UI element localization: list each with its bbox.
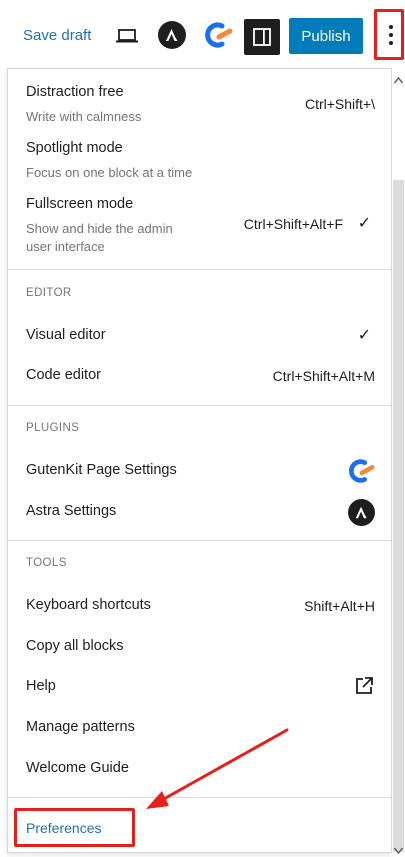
menu-item-label: Fullscreen mode bbox=[26, 196, 134, 212]
menu-item-gutenkit-page-settings[interactable]: GutenKit Page Settings bbox=[26, 456, 375, 486]
menu-item-shortcut: Shift+Alt+H bbox=[304, 598, 375, 614]
menu-item-keyboard-shortcuts[interactable]: Keyboard shortcuts Shift+Alt+H bbox=[26, 591, 375, 621]
astra-icon[interactable] bbox=[158, 21, 186, 49]
menu-item-welcome-guide[interactable]: Welcome Guide bbox=[26, 754, 375, 784]
menu-item-shortcut: Ctrl+Shift+\ bbox=[304, 96, 375, 112]
save-draft-button[interactable]: Save draft bbox=[23, 27, 91, 44]
menu-item-shortcut: Ctrl+Shift+Alt+F bbox=[243, 216, 343, 232]
menu-item-label: Welcome Guide bbox=[26, 760, 129, 776]
checkmark-icon: ✓ bbox=[357, 327, 371, 344]
menu-item-label: Astra Settings bbox=[26, 503, 117, 519]
menu-item-astra-settings[interactable]: Astra Settings bbox=[26, 497, 375, 527]
menu-item-visual-editor[interactable]: Visual editor ✓ bbox=[26, 321, 375, 351]
menu-item-manage-patterns[interactable]: Manage patterns bbox=[26, 713, 375, 743]
menu-item-help[interactable]: Help bbox=[26, 672, 375, 702]
menu-item-code-editor[interactable]: Code editor Ctrl+Shift+Alt+M bbox=[26, 361, 375, 391]
menu-item-spotlight-mode[interactable]: Spotlight mode Focus on one block at a t… bbox=[26, 137, 375, 185]
menu-divider bbox=[8, 797, 391, 798]
menu-item-shortcut: Ctrl+Shift+Alt+M bbox=[272, 368, 375, 384]
menu-item-copy-all-blocks[interactable]: Copy all blocks bbox=[26, 632, 375, 662]
checkmark-icon: ✓ bbox=[357, 215, 371, 232]
scrollbar-thumb[interactable] bbox=[393, 180, 404, 852]
menu-item-label: Distraction free bbox=[26, 84, 124, 100]
menu-divider bbox=[8, 405, 391, 406]
menu-divider bbox=[8, 540, 391, 541]
menu-scrollbar[interactable] bbox=[392, 68, 405, 855]
scroll-up-arrow-icon[interactable] bbox=[393, 72, 404, 84]
menu-group-heading-tools: TOOLS bbox=[26, 557, 67, 569]
menu-item-label: Preferences bbox=[26, 820, 102, 836]
menu-item-preferences[interactable]: Preferences bbox=[26, 813, 375, 843]
menu-item-label: Help bbox=[26, 678, 56, 694]
menu-group-heading-editor: EDITOR bbox=[26, 287, 72, 299]
gutenkit-icon bbox=[347, 456, 375, 486]
settings-sidebar-icon[interactable] bbox=[244, 19, 280, 55]
device-preview-icon[interactable] bbox=[114, 24, 140, 48]
external-link-icon bbox=[353, 675, 375, 697]
more-options-icon[interactable] bbox=[378, 16, 404, 54]
publish-button[interactable]: Publish bbox=[289, 18, 363, 54]
menu-item-label: Visual editor bbox=[26, 327, 106, 343]
menu-item-distraction-free[interactable]: Distraction free Write with calmness Ctr… bbox=[26, 81, 375, 129]
gutenkit-icon[interactable] bbox=[203, 20, 233, 50]
menu-group-heading-plugins: PLUGINS bbox=[26, 422, 80, 434]
menu-item-label: Keyboard shortcuts bbox=[26, 597, 151, 613]
menu-item-fullscreen-mode[interactable]: Fullscreen mode Show and hide the admin … bbox=[26, 193, 375, 259]
menu-item-label: Copy all blocks bbox=[26, 638, 124, 654]
menu-item-label: GutenKit Page Settings bbox=[26, 462, 177, 478]
menu-item-label: Manage patterns bbox=[26, 719, 135, 735]
menu-item-description: Show and hide the admin bbox=[26, 221, 173, 236]
menu-item-label: Spotlight mode bbox=[26, 140, 123, 156]
scroll-down-arrow-icon[interactable] bbox=[393, 842, 404, 855]
options-menu: Distraction free Write with calmness Ctr… bbox=[7, 68, 392, 853]
astra-icon bbox=[347, 498, 375, 526]
menu-item-description: Write with calmness bbox=[26, 109, 142, 124]
menu-item-description: Focus on one block at a time bbox=[26, 165, 193, 180]
menu-item-label: Code editor bbox=[26, 367, 101, 383]
menu-divider bbox=[8, 269, 391, 270]
editor-header-toolbar: Save draft Publish bbox=[0, 0, 405, 68]
menu-item-description-line-2: user interface bbox=[26, 239, 105, 254]
